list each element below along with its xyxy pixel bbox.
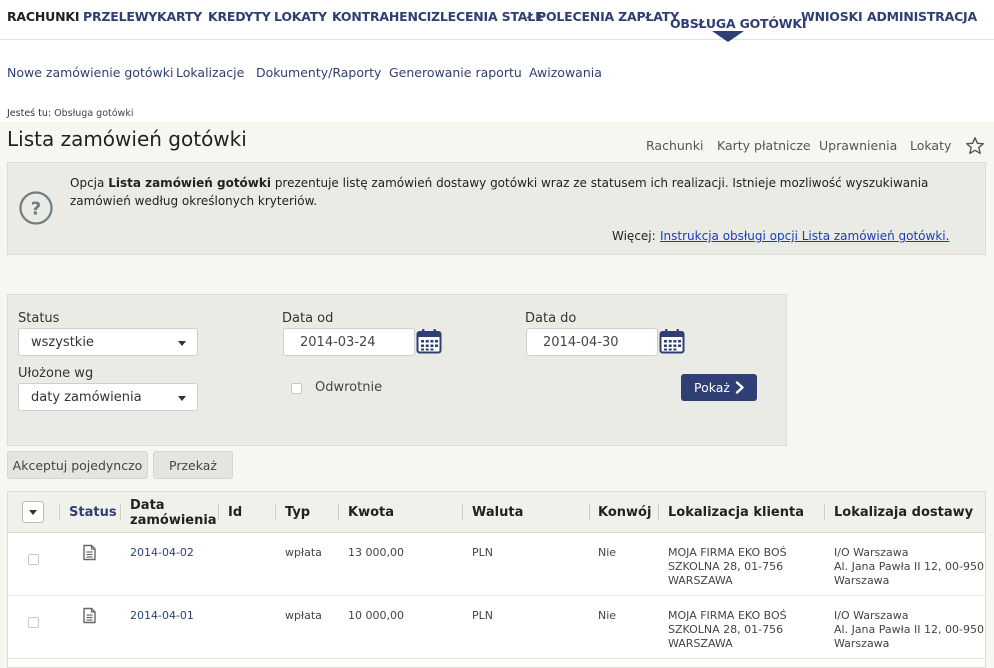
cell-currency: PLN	[472, 609, 493, 622]
nav-lokaty[interactable]: LOKATY	[274, 9, 327, 24]
nav-rachunki[interactable]: RACHUNKI	[7, 9, 79, 24]
filter-panel: Status wszystkie Ułożone wg daty zamówie…	[7, 294, 787, 446]
reverse-checkbox[interactable]	[291, 383, 302, 394]
top-navigation: RACHUNKI PRZELEWY KARTY KREDYTY LOKATY K…	[0, 0, 994, 42]
chevron-down-icon	[178, 341, 186, 346]
quick-link-lokaty[interactable]: Lokaty	[910, 138, 951, 153]
nav-administracja[interactable]: ADMINISTRACJA	[867, 9, 977, 24]
cell-date[interactable]: 2014-04-02	[130, 546, 194, 560]
quick-link-rachunki[interactable]: Rachunki	[646, 138, 703, 153]
subnav-dokumenty-raporty[interactable]: Dokumenty/Raporty	[256, 65, 381, 80]
header-delivery-location[interactable]: Lokalizaja dostawy	[834, 505, 973, 520]
row-checkbox[interactable]	[28, 554, 39, 565]
subnav-awizowania[interactable]: Awizowania	[529, 65, 602, 80]
chevron-down-icon	[178, 396, 186, 401]
show-button[interactable]: Pokaż	[681, 374, 757, 401]
page-title: Lista zamówień gotówki	[7, 127, 247, 151]
subnav-lokalizacje[interactable]: Lokalizacje	[176, 65, 244, 80]
quick-link-karty-platnicze[interactable]: Karty płatnicze	[717, 138, 811, 153]
header-id[interactable]: Id	[228, 505, 242, 520]
nav-zlecenia-stale[interactable]: ZLECENIA STAŁE	[431, 9, 544, 24]
subnav-nowe-zamowienie[interactable]: Nowe zamówienie gotówki	[7, 65, 173, 80]
info-option-name: Lista zamówień gotówki	[108, 176, 271, 190]
sort-label: Ułożone wg	[18, 366, 94, 381]
svg-text:?: ?	[31, 199, 41, 220]
cell-delivery-location: I/O Warszawa Al. Jana Pawła II 12, 00-950…	[834, 609, 984, 650]
orders-table: Status Data zamówienia Id Typ Kwota Walut…	[7, 491, 986, 668]
question-circle-icon: ?	[19, 191, 53, 225]
active-nav-pointer	[712, 31, 744, 42]
info-more-label: Więcej:	[612, 229, 656, 243]
date-from-input[interactable]: 2014-03-24	[283, 328, 415, 356]
sort-select[interactable]: daty zamówienia	[18, 383, 198, 411]
breadcrumb-current[interactable]: Obsługa gotówki	[54, 108, 133, 119]
nav-obsluga-gotowki[interactable]: OBSŁUGA GOTÓWKI	[670, 16, 807, 31]
nav-kredyty[interactable]: KREDYTY	[208, 9, 271, 24]
info-instruction-link[interactable]: Instrukcja obsługi opcji Lista zamówień …	[660, 229, 949, 243]
nav-karty[interactable]: KARTY	[157, 9, 202, 24]
status-label: Status	[18, 311, 60, 326]
table-header: Status Data zamówienia Id Typ Kwota Walut…	[8, 492, 985, 533]
nav-kontrahenci[interactable]: KONTRAHENCI	[332, 9, 431, 24]
table-row: 2014-04-02 wpłata 13 000,00 PLN Nie MOJA…	[8, 534, 985, 596]
cell-delivery-location: I/O Warszawa Al. Jana Pawła II 12, 00-950…	[834, 546, 984, 587]
header-client-location[interactable]: Lokalizacja klienta	[668, 505, 804, 520]
header-date[interactable]: Data zamówienia	[130, 498, 217, 528]
table-row: 2014-04-01 wpłata 10 000,00 PLN Nie MOJA…	[8, 597, 985, 659]
header-type[interactable]: Typ	[285, 505, 310, 520]
nav-polecenia-zaplaty[interactable]: POLECENIA ZAPŁATY	[537, 9, 679, 24]
chevron-down-icon	[29, 510, 37, 515]
cell-date[interactable]: 2014-04-01	[130, 609, 194, 623]
subnav-generowanie-raportu[interactable]: Generowanie raportu	[389, 65, 522, 80]
cell-amount: 13 000,00	[348, 546, 404, 559]
cell-amount: 10 000,00	[348, 609, 404, 622]
breadcrumb-prefix: Jesteś tu:	[7, 108, 52, 119]
cell-convoy: Nie	[598, 609, 617, 622]
row-checkbox[interactable]	[28, 617, 39, 628]
cell-type: wpłata	[285, 609, 322, 622]
header-amount[interactable]: Kwota	[348, 505, 394, 520]
header-status[interactable]: Status	[69, 505, 117, 520]
date-to-input[interactable]: 2014-04-30	[526, 328, 658, 356]
chevron-right-icon	[735, 381, 744, 394]
reverse-label: Odwrotnie	[315, 380, 383, 395]
calendar-icon[interactable]	[659, 328, 685, 354]
cell-convoy: Nie	[598, 546, 617, 559]
select-all-toggle[interactable]	[22, 501, 44, 523]
forward-button[interactable]: Przekaż	[153, 451, 233, 479]
nav-przelewy[interactable]: PRZELEWY	[83, 9, 157, 24]
cell-currency: PLN	[472, 546, 493, 559]
status-select[interactable]: wszystkie	[18, 328, 198, 356]
breadcrumb: Jesteś tu: Obsługa gotówki	[7, 108, 133, 119]
date-to-label: Data do	[525, 311, 577, 326]
header-currency[interactable]: Waluta	[472, 505, 523, 520]
cell-client-location: MOJA FIRMA EKO BOŚ SZKOLNA 28, 01-756 WARS…	[668, 609, 787, 650]
calendar-icon[interactable]	[416, 328, 442, 354]
star-icon[interactable]	[965, 136, 985, 156]
accept-single-button[interactable]: Akceptuj pojedynczo	[7, 451, 148, 479]
date-from-label: Data od	[282, 311, 334, 326]
document-icon[interactable]	[81, 544, 98, 561]
cell-client-location: MOJA FIRMA EKO BOŚ SZKOLNA 28, 01-756 WARS…	[668, 546, 787, 587]
document-icon[interactable]	[81, 607, 98, 624]
header-convoy[interactable]: Konwój	[598, 505, 651, 520]
info-box: ? Opcja Lista zamówień gotówki prezentuj…	[7, 162, 986, 255]
cell-type: wpłata	[285, 546, 322, 559]
info-text: Opcja Lista zamówień gotówki prezentuje …	[70, 176, 929, 208]
nav-wnioski[interactable]: WNIOSKI	[801, 9, 863, 24]
quick-link-uprawnienia[interactable]: Uprawnienia	[819, 138, 897, 153]
